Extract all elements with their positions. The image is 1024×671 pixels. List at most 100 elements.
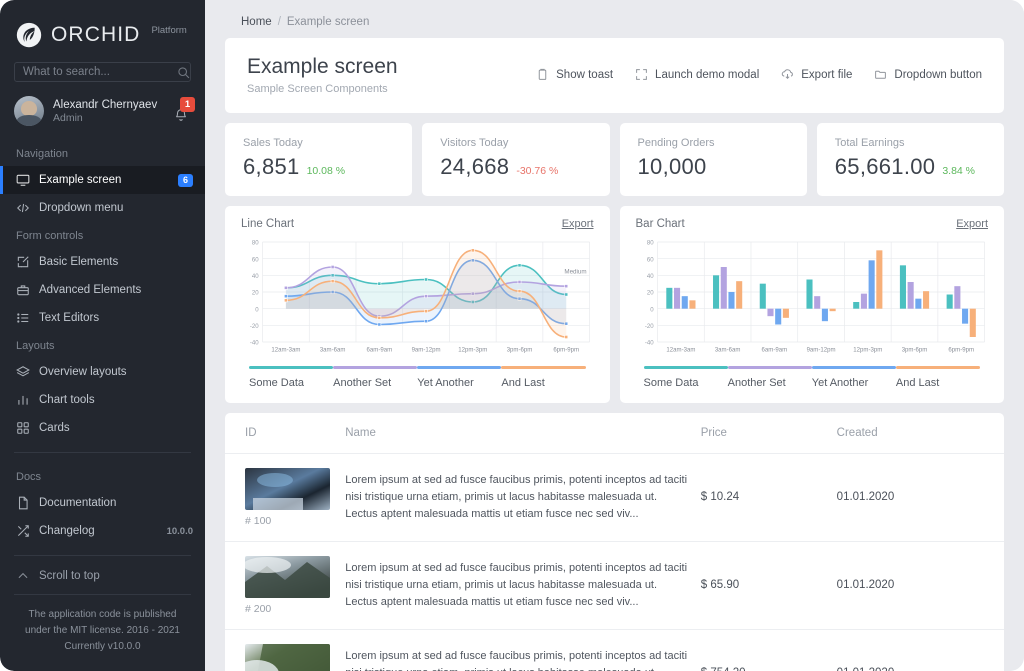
- notifications[interactable]: 1: [173, 100, 191, 122]
- column-header-name[interactable]: Name: [345, 413, 701, 454]
- stat-card-pending-orders: Pending Orders 10,000: [620, 123, 807, 196]
- svg-text:6pm-9pm: 6pm-9pm: [948, 347, 974, 354]
- sidebar-item-documentation[interactable]: Documentation: [0, 489, 205, 517]
- legend-label: Some Data: [249, 377, 333, 389]
- user-profile[interactable]: Alexandr Chernyaev Admin 1: [14, 96, 191, 126]
- table-row[interactable]: # 200 Lorem ipsum at sed ad fusce faucib…: [225, 541, 1004, 629]
- table-row[interactable]: # 100 Lorem ipsum at sed ad fusce faucib…: [225, 453, 1004, 541]
- svg-text:9am-12pm: 9am-12pm: [412, 347, 441, 354]
- brand-name: ORCHID: [51, 23, 140, 47]
- briefcase-icon: [16, 283, 30, 297]
- sidebar-item-changelog[interactable]: Changelog 10.0.0: [0, 517, 205, 545]
- stat-value: 6,851: [243, 154, 300, 180]
- svg-text:3pm-6pm: 3pm-6pm: [507, 347, 533, 354]
- sidebar-item-advanced-elements[interactable]: Advanced Elements: [0, 276, 205, 304]
- sidebar-item-badge: 6: [178, 174, 193, 187]
- svg-text:60: 60: [646, 256, 653, 263]
- sidebar-item-label: Chart tools: [39, 394, 193, 406]
- column-header-created[interactable]: Created: [837, 413, 1004, 454]
- svg-text:0: 0: [255, 306, 259, 313]
- column-header-id[interactable]: ID: [225, 413, 345, 454]
- sidebar-item-chart-tools[interactable]: Chart tools: [0, 386, 205, 414]
- svg-text:-20: -20: [250, 323, 259, 330]
- svg-text:20: 20: [646, 290, 653, 297]
- sidebar-item-dropdown-menu[interactable]: Dropdown menu: [0, 194, 205, 222]
- list-icon: [16, 311, 30, 325]
- launch-demo-modal-button[interactable]: Launch demo modal: [635, 68, 759, 81]
- brand-superscript: Platform: [151, 25, 186, 36]
- legend-item[interactable]: Another Set: [728, 366, 812, 389]
- footer-line-1: The application code is published: [14, 607, 191, 623]
- svg-text:6am-9am: 6am-9am: [367, 347, 393, 354]
- monitor-icon: [16, 173, 30, 187]
- document-icon: [16, 496, 30, 510]
- launch-demo-modal-label: Launch demo modal: [655, 69, 759, 81]
- sidebar-item-overview-layouts[interactable]: Overview layouts: [0, 358, 205, 386]
- sidebar-item-cards[interactable]: Cards: [0, 414, 205, 442]
- legend-item[interactable]: And Last: [501, 366, 585, 389]
- shuffle-icon: [16, 524, 30, 538]
- search-icon[interactable]: [177, 66, 190, 79]
- stat-delta: 10.08 %: [307, 165, 346, 177]
- svg-text:Medium: Medium: [564, 269, 586, 276]
- chevron-up-icon: [16, 569, 30, 583]
- svg-text:-40: -40: [644, 340, 653, 347]
- svg-text:80: 80: [646, 240, 653, 247]
- sidebar-item-label: Documentation: [39, 497, 193, 509]
- legend-item[interactable]: Some Data: [644, 366, 728, 389]
- search-input[interactable]: [23, 66, 177, 78]
- grid-icon: [16, 421, 30, 435]
- brand[interactable]: ORCHID Platform: [0, 0, 205, 48]
- column-header-price[interactable]: Price: [701, 413, 837, 454]
- table-header-row: ID Name Price Created: [225, 413, 1004, 454]
- cell-created: 01.01.2020: [837, 629, 1004, 671]
- sidebar-item-label: Basic Elements: [39, 256, 193, 268]
- table-row[interactable]: # 300 Lorem ipsum at sed ad fusce faucib…: [225, 629, 1004, 671]
- cell-price: $ 10.24: [701, 453, 837, 541]
- svg-text:3am-6am: 3am-6am: [714, 347, 740, 354]
- legend-color-swatch: [644, 366, 728, 369]
- cell-id: # 200: [225, 541, 345, 629]
- sidebar-item-basic-elements[interactable]: Basic Elements: [0, 248, 205, 276]
- dropdown-button[interactable]: Dropdown button: [874, 68, 982, 81]
- svg-text:40: 40: [252, 273, 259, 280]
- bar-chart-export-link[interactable]: Export: [956, 218, 988, 230]
- cell-created: 01.01.2020: [837, 453, 1004, 541]
- svg-text:60: 60: [252, 256, 259, 263]
- breadcrumb-separator: /: [278, 16, 281, 28]
- sidebar-item-text-editors[interactable]: Text Editors: [0, 304, 205, 332]
- stat-value: 65,661.00: [835, 154, 936, 180]
- legend-item[interactable]: Yet Another: [417, 366, 501, 389]
- legend-label: Another Set: [728, 377, 812, 389]
- legend-label: Yet Another: [417, 377, 501, 389]
- stat-value-row: 65,661.00 3.84 %: [835, 154, 986, 180]
- svg-text:20: 20: [252, 290, 259, 297]
- nav-group-title-navigation: Navigation: [0, 140, 205, 166]
- charts-row: Line Chart Export 806040200-20-4012am-3a…: [225, 206, 1004, 403]
- sidebar: ORCHID Platform Alexandr Chernyaev Admin…: [0, 0, 205, 671]
- breadcrumb-current: Example screen: [287, 16, 369, 28]
- breadcrumb-home[interactable]: Home: [241, 16, 272, 28]
- show-toast-button[interactable]: Show toast: [536, 68, 613, 81]
- line-chart-legend: Some Data Another Set Yet Another And La…: [241, 366, 594, 389]
- legend-item[interactable]: Yet Another: [812, 366, 896, 389]
- stat-delta: -30.76 %: [516, 165, 558, 177]
- legend-label: And Last: [501, 377, 585, 389]
- cell-name: Lorem ipsum at sed ad fusce faucibus pri…: [345, 453, 701, 541]
- scroll-to-top-button[interactable]: Scroll to top: [0, 566, 205, 586]
- bar-chart-legend: Some Data Another Set Yet Another And La…: [636, 366, 989, 389]
- legend-color-swatch: [333, 366, 417, 369]
- sidebar-item-example-screen[interactable]: Example screen 6: [0, 166, 205, 194]
- legend-item[interactable]: Another Set: [333, 366, 417, 389]
- nav-group-title-layouts: Layouts: [0, 332, 205, 358]
- line-chart-export-link[interactable]: Export: [562, 218, 594, 230]
- avatar: [14, 96, 44, 126]
- row-id-label: # 200: [245, 603, 335, 615]
- export-file-label: Export file: [801, 69, 852, 81]
- legend-item[interactable]: Some Data: [249, 366, 333, 389]
- breadcrumb: Home / Example screen: [225, 12, 1004, 38]
- legend-item[interactable]: And Last: [896, 366, 980, 389]
- export-file-button[interactable]: Export file: [781, 68, 852, 81]
- stat-value: 10,000: [638, 154, 707, 180]
- search-box[interactable]: [14, 62, 191, 82]
